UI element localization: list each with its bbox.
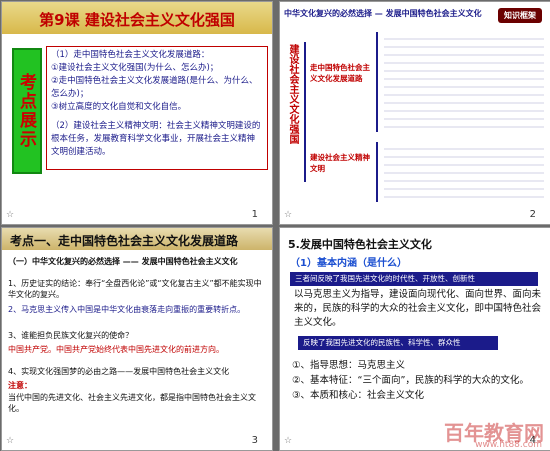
paragraph: ②走中国特色社会主义文化发展道路(是什么、为什么、怎么办)； <box>51 76 258 99</box>
star-icon: ☆ <box>6 210 15 220</box>
side-label: 考点展示 <box>12 48 42 174</box>
slide-4[interactable]: 5.发展中国特色社会主义文化 （1）基本内涵（是什么） 三者间反映了我国先进文化… <box>279 227 550 451</box>
content-box: （1）走中国特色社会主义文化发展道路： ①建设社会主义文化强国(为什么、怎么办)… <box>46 46 268 170</box>
highlight-bar: 三者间反映了我国先进文化的时代性、开放性、创新性 <box>290 272 538 286</box>
text: 2、马克思主义传入中国是中华文化由衰落走向重振的重要转折点。 <box>8 305 246 314</box>
slide-2[interactable]: 中华文化复兴的必然选择 — 发展中国特色社会主义文化 知识框架 建设社会主义文化… <box>279 1 550 225</box>
slide-title: 考点一、走中国特色社会主义文化发展道路 <box>10 234 239 248</box>
detail-lines <box>384 32 544 132</box>
detail-lines <box>384 142 544 202</box>
slide-number: 3 <box>251 435 258 446</box>
slide-title: 5.发展中国特色社会主义文化 <box>288 238 432 251</box>
vertical-title: 建设社会主义文化强国 <box>287 44 298 144</box>
text: 3、谁能担负民族文化复兴的使命？ <box>8 331 134 340</box>
star-icon: ☆ <box>6 436 15 446</box>
bracket-line <box>376 142 378 202</box>
list-item: ①、指导思想：马克思主义 <box>292 360 406 371</box>
group-label: 建设社会主义精神文明 <box>310 153 370 173</box>
slide-number: 1 <box>251 209 258 220</box>
text: 注意： <box>8 381 32 390</box>
list-item: ③、本质和核心：社会主义文化 <box>292 390 425 401</box>
text: （一）中华文化复兴的必然选择 —— 发展中国特色社会主义文化 <box>8 257 238 266</box>
highlight-bar: 反映了我国先进文化的民族性、科学性、群众性 <box>298 336 498 350</box>
paragraph: （2）建设社会主义精神文明：社会主义精神文明建设的根本任务，发展教育科学文化事业… <box>51 121 261 157</box>
bracket-line <box>376 32 378 132</box>
paragraph: ③树立高度的文化自觉和文化自信。 <box>51 102 187 112</box>
paragraph: 以马克思主义为指导，建设面向现代化、面向世界、面向未来的，民族的科学的大众的社会… <box>294 289 542 328</box>
framework-badge: 知识框架 <box>498 8 542 23</box>
slide-1[interactable]: 第9课 建设社会主义文化强国 考点展示 （1）走中国特色社会主义文化发展道路： … <box>1 1 273 225</box>
paragraph: （1）走中国特色社会主义文化发展道路： <box>51 50 210 60</box>
text: 当代中国的先进文化、社会主义先进文化，都是指中国特色社会主义文化。 <box>8 393 256 413</box>
paragraph: ①建设社会主义文化强国(为什么、怎么办)； <box>51 63 219 73</box>
slide-title: 第9课 建设社会主义文化强国 <box>39 11 235 29</box>
content-list: ①、指导思想：马克思主义 ②、基本特征：“三个面向”，民族的科学的大众的文化。 … <box>292 358 542 403</box>
slide-number: 4 <box>529 435 536 446</box>
star-icon: ☆ <box>284 436 293 446</box>
group-label: 走中国特色社会主义文化发展道路 <box>310 63 370 83</box>
star-icon: ☆ <box>284 210 293 220</box>
slide-number: 2 <box>529 209 536 220</box>
subtitle: （1）基本内涵（是什么） <box>290 258 407 269</box>
slide-3[interactable]: 考点一、走中国特色社会主义文化发展道路 （一）中华文化复兴的必然选择 —— 发展… <box>1 227 273 451</box>
bracket-line <box>304 42 306 182</box>
text: 中国共产党。中国共产党始终代表中国先进文化的前进方向。 <box>8 345 224 354</box>
text: 1、历史证实的结论：奉行“全盘西化论”或“文化复古主义”都不能实现中华文化的复兴… <box>8 279 262 299</box>
list-item: ②、基本特征：“三个面向”，民族的科学的大众的文化。 <box>292 375 529 386</box>
text: 4、实现文化强国梦的必由之路——发展中国特色社会主义文化 <box>8 367 230 376</box>
